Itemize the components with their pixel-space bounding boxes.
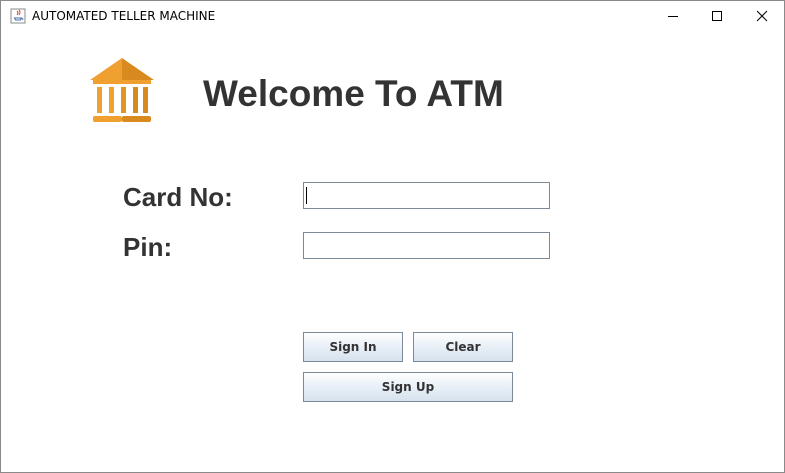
content-panel: Welcome To ATM Card No: Pin: Sign In Cle… bbox=[1, 31, 784, 472]
bank-icon bbox=[89, 58, 155, 126]
clear-button[interactable]: Clear bbox=[413, 332, 513, 362]
sign-up-button[interactable]: Sign Up bbox=[303, 372, 513, 402]
close-button[interactable] bbox=[739, 1, 784, 31]
maximize-button[interactable] bbox=[694, 1, 740, 31]
title-bar[interactable]: AUTOMATED TELLER MACHINE bbox=[1, 1, 784, 31]
maximize-icon bbox=[712, 11, 722, 21]
pin-input[interactable] bbox=[303, 232, 550, 259]
page-title: Welcome To ATM bbox=[203, 73, 504, 114]
minimize-icon bbox=[668, 16, 678, 17]
card-number-label: Card No: bbox=[123, 182, 233, 212]
card-number-input[interactable] bbox=[303, 182, 550, 209]
atm-window: AUTOMATED TELLER MACHINE Welcome To ATM … bbox=[0, 0, 785, 473]
window-title: AUTOMATED TELLER MACHINE bbox=[32, 9, 216, 23]
sign-in-button[interactable]: Sign In bbox=[303, 332, 403, 362]
text-caret bbox=[306, 187, 307, 204]
java-cup-icon bbox=[10, 8, 26, 24]
minimize-button[interactable] bbox=[650, 1, 696, 31]
pin-label: Pin: bbox=[123, 232, 173, 262]
close-icon bbox=[756, 10, 768, 22]
